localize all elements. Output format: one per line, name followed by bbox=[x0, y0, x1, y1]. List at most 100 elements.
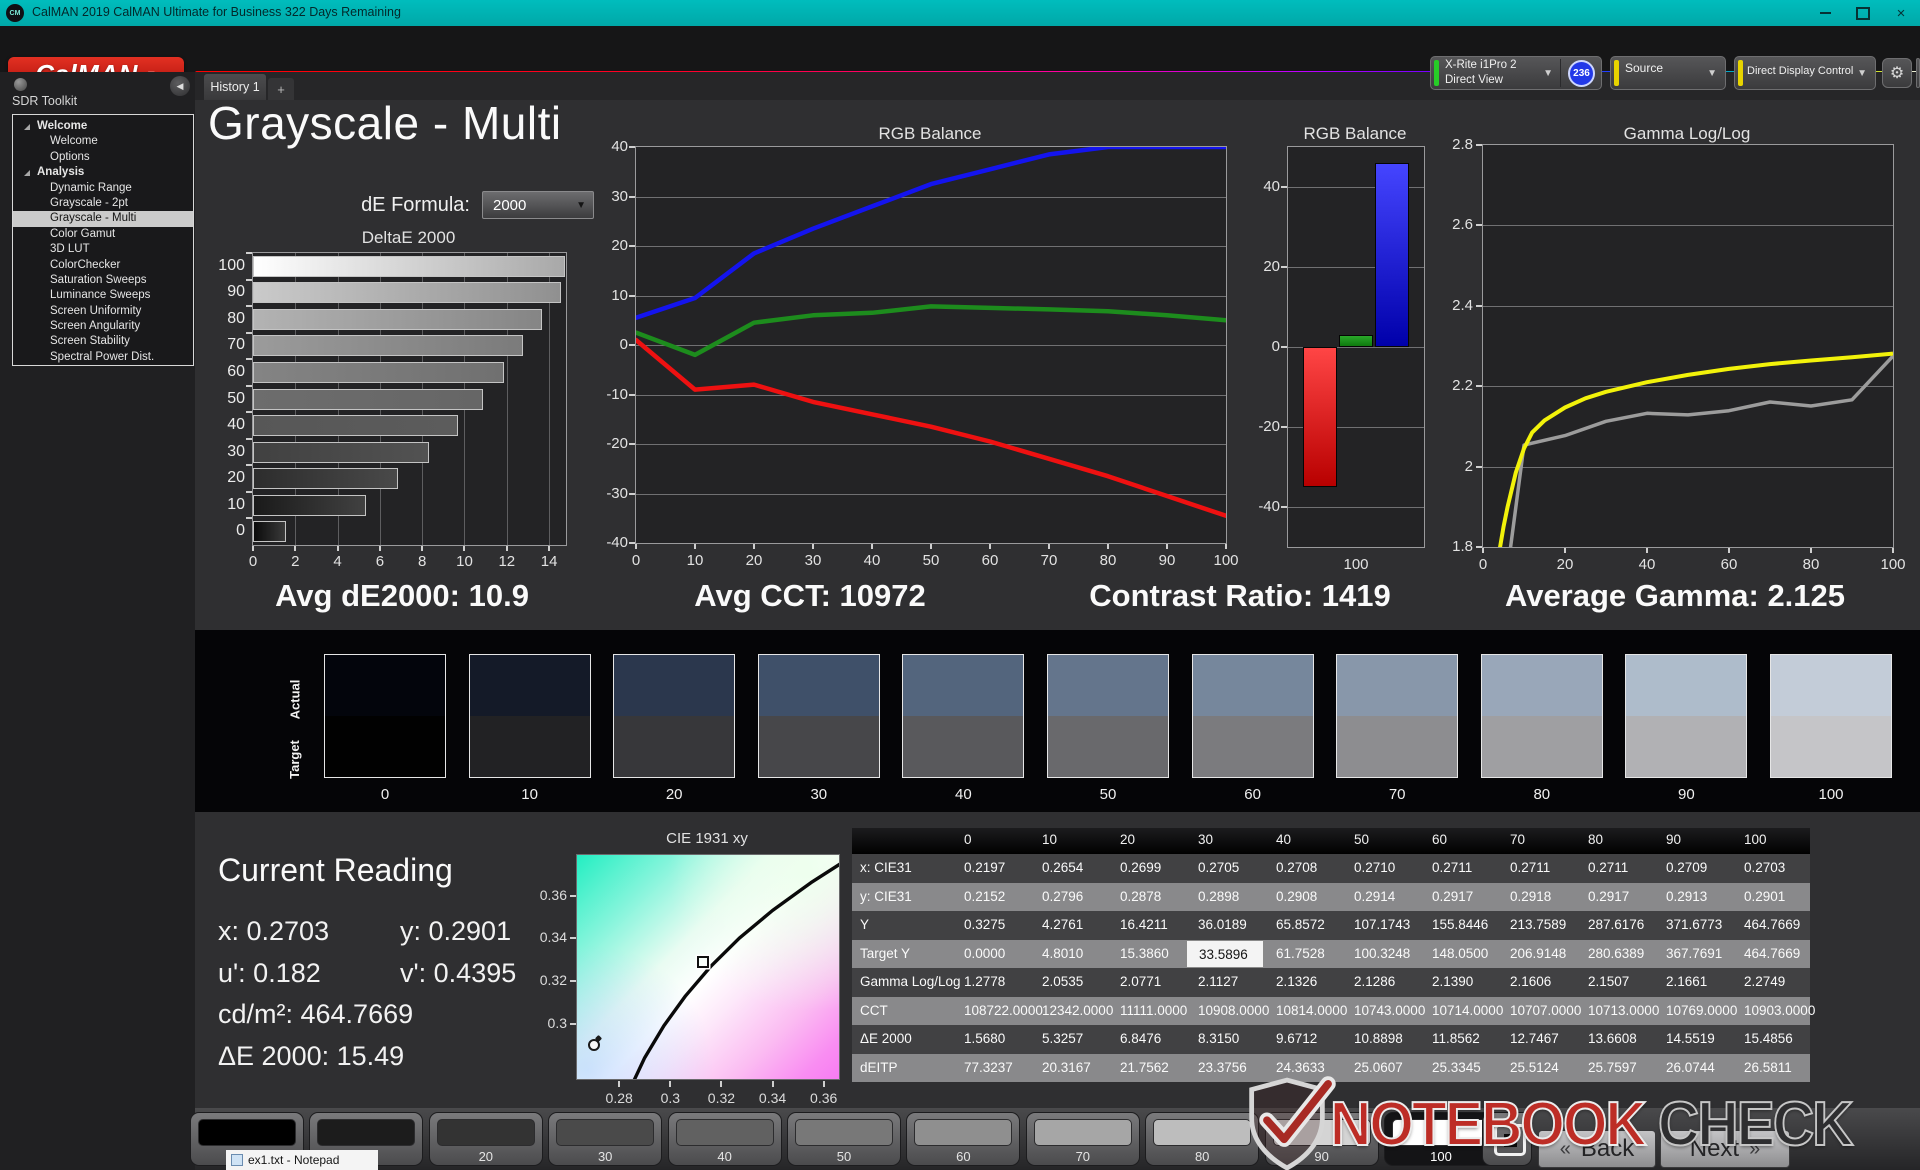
table-cell[interactable]: 0.2710 bbox=[1342, 854, 1420, 883]
table-cell[interactable]: 0.2654 bbox=[1030, 854, 1108, 883]
table-cell[interactable]: 464.7669 bbox=[1732, 911, 1810, 940]
collapse-sidebar-button[interactable]: ◀ bbox=[170, 76, 190, 96]
sidebar-item-saturation-sweeps[interactable]: Saturation Sweeps bbox=[13, 273, 193, 288]
table-cell[interactable]: 287.6176 bbox=[1576, 911, 1654, 940]
table-cell[interactable]: 280.6389 bbox=[1576, 940, 1654, 969]
table-cell[interactable]: 2.1286 bbox=[1342, 968, 1420, 997]
table-cell[interactable]: 16.4211 bbox=[1108, 911, 1186, 940]
table-cell[interactable]: 10743.0000 bbox=[1342, 997, 1425, 1026]
table-cell[interactable]: 0.2913 bbox=[1654, 883, 1732, 912]
table-cell[interactable]: 0.2152 bbox=[952, 883, 1030, 912]
table-cell[interactable]: 0.2918 bbox=[1498, 883, 1576, 912]
table-cell[interactable]: 0.2917 bbox=[1576, 883, 1654, 912]
sidebar-item-colorchecker[interactable]: ColorChecker bbox=[13, 258, 193, 273]
table-cell[interactable]: 33.5896 bbox=[1186, 939, 1264, 968]
table-cell[interactable]: 15.4856 bbox=[1732, 1025, 1810, 1054]
table-cell[interactable]: 25.7597 bbox=[1576, 1054, 1654, 1083]
table-cell[interactable]: 61.7528 bbox=[1264, 940, 1342, 969]
table-cell[interactable]: 1.5680 bbox=[952, 1025, 1030, 1054]
table-cell[interactable]: 0.2898 bbox=[1186, 883, 1264, 912]
table-cell[interactable]: 0.2711 bbox=[1420, 854, 1498, 883]
sidebar-item-luminance-sweeps[interactable]: Luminance Sweeps bbox=[13, 288, 193, 303]
table-cell[interactable]: 0.2917 bbox=[1420, 883, 1498, 912]
sidebar-item-options[interactable]: Options bbox=[13, 150, 193, 165]
table-cell[interactable]: 5.3257 bbox=[1030, 1025, 1108, 1054]
table-cell[interactable]: 2.1127 bbox=[1186, 968, 1264, 997]
table-cell[interactable]: 10908.0000 bbox=[1186, 997, 1269, 1026]
table-cell[interactable]: 367.7691 bbox=[1654, 940, 1732, 969]
table-cell[interactable]: 12342.0000 bbox=[1030, 997, 1113, 1026]
table-cell[interactable]: 15.3860 bbox=[1108, 940, 1186, 969]
table-cell[interactable]: 1.2778 bbox=[952, 968, 1030, 997]
table-cell[interactable]: 26.0744 bbox=[1654, 1054, 1732, 1083]
meter-count-badge[interactable]: 236 bbox=[1568, 60, 1595, 87]
table-cell[interactable]: 25.3345 bbox=[1420, 1054, 1498, 1083]
tree-expander-icon[interactable] bbox=[24, 124, 30, 130]
display-control-dropdown[interactable]: Direct Display Control ▼ bbox=[1734, 56, 1876, 90]
table-cell[interactable]: 100.3248 bbox=[1342, 940, 1420, 969]
pattern-window-toggle[interactable] bbox=[1482, 1112, 1532, 1166]
table-cell[interactable]: 2.1390 bbox=[1420, 968, 1498, 997]
pattern-button-70[interactable]: 70 bbox=[1025, 1112, 1140, 1166]
table-cell[interactable]: 11.8562 bbox=[1420, 1025, 1498, 1054]
meter-dropdown[interactable]: X-Rite i1Pro 2 Direct View ▼ 236 bbox=[1430, 56, 1602, 90]
back-button[interactable]: « Back bbox=[1538, 1130, 1656, 1168]
tree-group-welcome[interactable]: Welcome bbox=[13, 119, 193, 134]
tree-expander-icon[interactable] bbox=[24, 170, 30, 177]
table-cell[interactable]: 2.1326 bbox=[1264, 968, 1342, 997]
sidebar-item-screen-stability[interactable]: Screen Stability bbox=[13, 334, 193, 349]
sidebar-item-spectral-power-dist-[interactable]: Spectral Power Dist. bbox=[13, 350, 193, 365]
sidebar-item-grayscale-2pt[interactable]: Grayscale - 2pt bbox=[13, 196, 193, 211]
table-cell[interactable]: 0.2901 bbox=[1732, 883, 1810, 912]
table-cell[interactable]: 2.0771 bbox=[1108, 968, 1186, 997]
table-cell[interactable]: 12.7467 bbox=[1498, 1025, 1576, 1054]
table-cell[interactable]: 0.2878 bbox=[1108, 883, 1186, 912]
table-cell[interactable]: 10903.0000 bbox=[1732, 997, 1815, 1026]
table-cell[interactable]: 25.5124 bbox=[1498, 1054, 1576, 1083]
table-cell[interactable]: 148.0500 bbox=[1420, 940, 1498, 969]
table-cell[interactable]: 10713.0000 bbox=[1576, 997, 1659, 1026]
table-cell[interactable]: 10714.0000 bbox=[1420, 997, 1503, 1026]
table-cell[interactable]: 0.2708 bbox=[1264, 854, 1342, 883]
pattern-button-100[interactable]: 100 bbox=[1384, 1112, 1498, 1166]
table-cell[interactable]: 2.1507 bbox=[1576, 968, 1654, 997]
minimize-button[interactable] bbox=[1806, 0, 1844, 26]
table-cell[interactable]: 77.3237 bbox=[952, 1054, 1030, 1083]
table-cell[interactable]: 21.7562 bbox=[1108, 1054, 1186, 1083]
table-cell[interactable]: 155.8446 bbox=[1420, 911, 1498, 940]
pattern-button-40[interactable]: 40 bbox=[667, 1112, 782, 1166]
table-cell[interactable]: 206.9148 bbox=[1498, 940, 1576, 969]
table-cell[interactable]: 25.0607 bbox=[1342, 1054, 1420, 1083]
table-cell[interactable]: 213.7589 bbox=[1498, 911, 1576, 940]
table-cell[interactable]: 10814.0000 bbox=[1264, 997, 1347, 1026]
table-cell[interactable]: 0.2197 bbox=[952, 854, 1030, 883]
table-cell[interactable]: 371.6773 bbox=[1654, 911, 1732, 940]
pattern-button-20[interactable]: 20 bbox=[428, 1112, 543, 1166]
maximize-button[interactable] bbox=[1844, 0, 1882, 26]
table-cell[interactable]: 10707.0000 bbox=[1498, 997, 1581, 1026]
table-cell[interactable]: 464.7669 bbox=[1732, 940, 1810, 969]
table-cell[interactable]: 14.5519 bbox=[1654, 1025, 1732, 1054]
table-cell[interactable]: 8.3150 bbox=[1186, 1025, 1264, 1054]
table-cell[interactable]: 4.2761 bbox=[1030, 911, 1108, 940]
table-cell[interactable]: 9.6712 bbox=[1264, 1025, 1342, 1054]
de-formula-select[interactable]: 2000 ▼ bbox=[482, 191, 594, 219]
table-cell[interactable]: 13.6608 bbox=[1576, 1025, 1654, 1054]
table-cell[interactable]: 4.8010 bbox=[1030, 940, 1108, 969]
table-cell[interactable]: 107.1743 bbox=[1342, 911, 1420, 940]
sidebar-item-screen-uniformity[interactable]: Screen Uniformity bbox=[13, 304, 193, 319]
sidebar-item-welcome[interactable]: Welcome bbox=[13, 134, 193, 149]
table-cell[interactable]: 0.0000 bbox=[952, 940, 1030, 969]
table-cell[interactable]: 0.2711 bbox=[1498, 854, 1576, 883]
table-cell[interactable]: 10769.0000 bbox=[1654, 997, 1737, 1026]
table-cell[interactable]: 26.5811 bbox=[1732, 1054, 1810, 1083]
pattern-button-80[interactable]: 80 bbox=[1145, 1112, 1260, 1166]
table-cell[interactable]: 0.2914 bbox=[1342, 883, 1420, 912]
table-cell[interactable]: 0.2699 bbox=[1108, 854, 1186, 883]
pattern-button-60[interactable]: 60 bbox=[906, 1112, 1021, 1166]
next-button[interactable]: Next » bbox=[1660, 1130, 1790, 1168]
table-cell[interactable]: 2.0535 bbox=[1030, 968, 1108, 997]
table-cell[interactable]: 36.0189 bbox=[1186, 911, 1264, 940]
table-cell[interactable]: 0.3275 bbox=[952, 911, 1030, 940]
source-dropdown[interactable]: Source ▼ bbox=[1610, 56, 1726, 90]
